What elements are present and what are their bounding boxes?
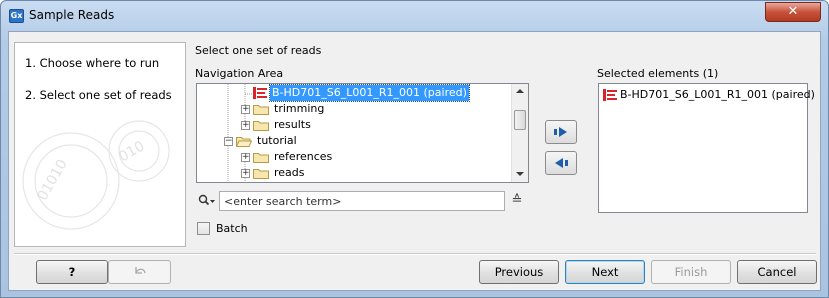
- next-button[interactable]: Next: [565, 260, 645, 284]
- navigation-tree[interactable]: B-HD701_S6_L001_R1_001 (paired) + trimmin…: [196, 83, 529, 183]
- folder-icon: [253, 152, 269, 163]
- expand-plus-icon[interactable]: +: [241, 152, 250, 162]
- tree-item-tutorial[interactable]: − tutorial: [224, 133, 299, 149]
- close-button[interactable]: ✕: [765, 2, 821, 22]
- watermark-graphic: 01010 010: [22, 120, 170, 230]
- folder-open-icon: [236, 136, 252, 147]
- sample-reads-dialog: Gx Sample Reads ✕ 1. Choose where to run…: [0, 0, 829, 298]
- tree-item-label: trimming: [274, 102, 325, 115]
- folder-icon: [253, 120, 269, 131]
- tree-item-reads[interactable]: + reads: [241, 165, 307, 181]
- page-title: Select one set of reads: [195, 44, 322, 57]
- list-item-label: B-HD701_S6_L001_R1_001 (paired): [620, 88, 815, 101]
- folder-icon: [253, 168, 269, 179]
- wizard-step-choose-where-to-run: 1. Choose where to run: [25, 56, 160, 70]
- list-item[interactable]: B-HD701_S6_L001_R1_001 (paired): [603, 87, 815, 103]
- tree-item-b-hd701-paired[interactable]: B-HD701_S6_L001_R1_001 (paired): [253, 84, 470, 102]
- remove-from-selected-button[interactable]: [545, 151, 577, 175]
- reads-icon: [253, 87, 267, 99]
- scroll-up-icon[interactable]: [516, 89, 524, 93]
- app-icon: Gx: [9, 9, 24, 23]
- search-input[interactable]: [219, 191, 505, 211]
- title-bar[interactable]: Gx Sample Reads ✕: [1, 1, 828, 31]
- tree-item-label: reads: [274, 166, 305, 179]
- reset-icon: [134, 267, 146, 274]
- batch-label: Batch: [216, 222, 248, 235]
- expand-plus-icon[interactable]: +: [241, 168, 250, 178]
- search-icon[interactable]: [198, 194, 216, 208]
- selected-elements-label: Selected elements (1): [597, 67, 719, 80]
- tree-item-label: tutorial: [257, 134, 297, 147]
- wizard-step-select-reads: 2. Select one set of reads: [25, 88, 172, 102]
- separator: [14, 253, 816, 255]
- tree-item-results[interactable]: + results: [241, 117, 313, 133]
- reads-icon: [603, 89, 617, 101]
- dialog-body: 1. Choose where to run 2. Select one set…: [8, 31, 821, 291]
- collapse-minus-icon[interactable]: −: [224, 136, 233, 146]
- expand-plus-icon[interactable]: +: [241, 120, 250, 130]
- reset-button[interactable]: [108, 260, 171, 284]
- arrow-left-icon: [555, 158, 568, 168]
- tree-item-label: references: [274, 150, 333, 163]
- cancel-button[interactable]: Cancel: [737, 260, 817, 284]
- navigation-area-label: Navigation Area: [195, 67, 284, 80]
- folder-icon: [253, 104, 269, 115]
- clear-search-icon[interactable]: ≙: [507, 192, 527, 210]
- finish-button[interactable]: Finish: [651, 260, 731, 284]
- window-title: Sample Reads: [29, 8, 115, 22]
- selected-elements-list[interactable]: B-HD701_S6_L001_R1_001 (paired): [598, 83, 815, 213]
- tree-item-references[interactable]: + references: [241, 149, 334, 165]
- help-button[interactable]: ?: [36, 260, 108, 284]
- expand-plus-icon[interactable]: +: [241, 104, 250, 114]
- previous-button[interactable]: Previous: [479, 260, 559, 284]
- add-to-selected-button[interactable]: [545, 120, 577, 144]
- scroll-down-icon[interactable]: [516, 172, 524, 176]
- wizard-steps-panel: 1. Choose where to run 2. Select one set…: [14, 42, 186, 247]
- tree-item-trimming[interactable]: + trimming: [241, 101, 326, 117]
- tree-scrollbar[interactable]: [511, 84, 528, 182]
- scrollbar-thumb[interactable]: [514, 110, 526, 130]
- batch-checkbox[interactable]: [197, 222, 210, 235]
- arrow-right-icon: [554, 127, 567, 137]
- tree-item-label: B-HD701_S6_L001_R1_001 (paired): [269, 84, 470, 102]
- tree-item-label: results: [274, 118, 311, 131]
